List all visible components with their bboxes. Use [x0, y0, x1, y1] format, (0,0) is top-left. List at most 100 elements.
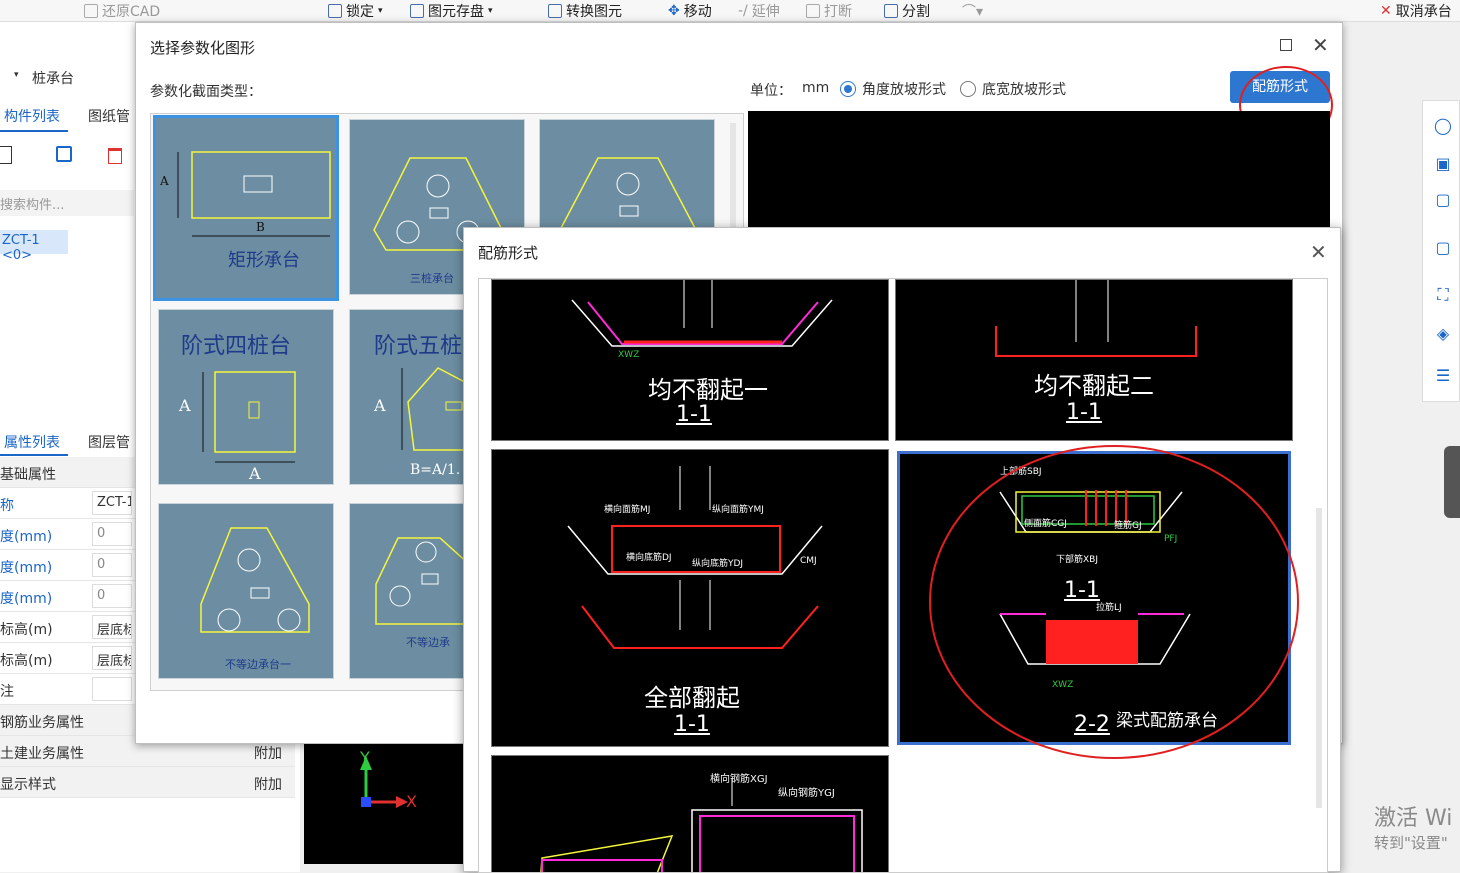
card-step-four-a2: A: [249, 464, 261, 483]
uneven-cap-1-drawing: [200, 527, 310, 633]
panel-3-label-2: 横向底筋DJ: [626, 553, 672, 563]
dialog2-scrollbar[interactable]: [1316, 508, 1322, 808]
axis-y-label: Y: [360, 748, 370, 767]
panel-3-title: 全部翻起: [644, 684, 740, 712]
move-button[interactable]: ✥ 移动: [668, 0, 712, 22]
panel-3-label-1: 纵向面筋YMJ: [712, 505, 764, 515]
card-step-five-a: A: [374, 396, 386, 415]
save-element-button[interactable]: 图元存盘 ▾: [410, 0, 493, 22]
card-step-five-label: 阶式五桩: [374, 334, 463, 359]
panel-2-title: 均不翻起二: [1034, 372, 1154, 400]
lock-button[interactable]: 锁定 ▾: [328, 0, 383, 22]
rebar-panel-5-drawing: [540, 778, 863, 872]
radio-width[interactable]: 底宽放坡形式: [960, 79, 1066, 99]
panel-1-sub: 1-1: [676, 402, 712, 427]
rebar-panel-3[interactable]: 横向面筋MJ 纵向面筋YMJ 横向底筋DJ 纵向底筋YDJ CMJ 全部翻起 1…: [491, 449, 889, 747]
toolbar: 还原CAD 锁定 ▾ 图元存盘 ▾ 转换图元 ✥ 移动 -/延伸 打断 分割 ⌒▾ ✕…: [0, 0, 1460, 22]
cancel-icon: ✕: [1380, 3, 1392, 19]
extend-button[interactable]: -/延伸: [738, 0, 780, 22]
orbit-icon[interactable]: ◯: [1428, 110, 1458, 140]
cancel-cap-button[interactable]: ✕ 取消承台: [1380, 0, 1452, 22]
grid-scrollbar[interactable]: [730, 123, 736, 243]
card-step-four-label: 阶式四桩台: [181, 334, 292, 359]
uneven-cap-2-drawing: [375, 537, 478, 625]
maximize-icon[interactable]: [1280, 39, 1292, 51]
card-step-four-pile[interactable]: 阶式四桩台 A A: [158, 309, 334, 485]
3d-icon[interactable]: ▣: [1428, 148, 1458, 178]
card-uneven-cap-1[interactable]: 不等边承台一: [158, 503, 334, 679]
card-step-five-pile[interactable]: 阶式五桩 A B=A/1.: [349, 309, 479, 485]
new-icon[interactable]: [0, 146, 12, 164]
lock-icon: [328, 4, 342, 18]
delete-icon[interactable]: [108, 148, 122, 164]
card-uneven-2-label: 不等边承: [406, 636, 450, 649]
tab-layer[interactable]: 图层管: [88, 432, 130, 452]
section-type-label: 参数化截面类型：: [150, 84, 262, 100]
unit-value: mm: [802, 80, 830, 96]
panel-1-title: 均不翻起一: [648, 376, 768, 404]
panel-3-label-0: 横向面筋MJ: [604, 505, 651, 515]
panel-3-label-4: CMJ: [800, 556, 817, 566]
card-rect-label: 矩形承台: [228, 250, 300, 271]
activation-watermark-1: 激活 Wi: [1374, 806, 1453, 831]
break-button[interactable]: 打断: [806, 0, 852, 22]
view-cube-icon[interactable]: ▢: [1428, 184, 1458, 214]
annotation-circle-panel: [929, 445, 1299, 759]
split-button[interactable]: 分割: [884, 0, 930, 22]
properties-icon[interactable]: ☰: [1428, 360, 1458, 390]
fullscreen-icon[interactable]: ⛶: [1428, 280, 1458, 310]
break-icon: [806, 4, 820, 18]
property-tab-indicator: [0, 454, 68, 456]
cube-icon[interactable]: ◈: [1428, 318, 1458, 348]
tab-component-list[interactable]: 构件列表: [4, 106, 60, 126]
view-box-icon[interactable]: ▢: [1428, 232, 1458, 262]
unit-label: 单位：: [750, 83, 792, 99]
split-icon: [884, 4, 898, 18]
convert-icon: [548, 4, 562, 18]
close-icon[interactable]: ✕: [1312, 33, 1329, 57]
panel-1-tag: XWZ: [618, 350, 640, 360]
card-uneven-1-label: 不等边承台一: [225, 658, 291, 671]
dialog1-title: 选择参数化图形: [150, 39, 256, 57]
axis-x-label: X: [406, 792, 417, 811]
radio-checked-icon: [840, 81, 856, 97]
card-step-four-a: A: [179, 396, 191, 415]
card-rect-a: A: [160, 174, 169, 188]
activation-watermark-2: 转到"设置": [1374, 834, 1448, 852]
prop-row-display[interactable]: 显示样式 附加: [0, 767, 295, 798]
rebar-panel-1[interactable]: XWZ 均不翻起一 1-1: [491, 279, 889, 441]
convert-button[interactable]: 转换图元: [548, 0, 622, 22]
cad-canvas[interactable]: Y X: [304, 744, 464, 864]
component-item[interactable]: ZCT-1 <0>: [0, 230, 68, 263]
active-tab-indicator: [0, 130, 68, 132]
restore-cad-icon: [84, 4, 98, 18]
save-element-icon: [410, 4, 424, 18]
card-uneven-cap-2[interactable]: 不等边承: [349, 503, 479, 679]
dialog2-title: 配筋形式: [478, 244, 539, 262]
dialog2-close-icon[interactable]: ✕: [1310, 240, 1327, 264]
card-three-pile-2[interactable]: [539, 119, 715, 229]
tab-property-list[interactable]: 属性列表: [4, 432, 60, 452]
preview-pane: [748, 111, 1330, 231]
tab-drawing[interactable]: 图纸管: [88, 106, 130, 126]
card-rect-cap[interactable]: A B 矩形承台: [153, 115, 339, 301]
axis-icon: [360, 756, 408, 808]
card-three-pile-label: 三桩承台: [410, 272, 454, 285]
panel-5-label-0: 横向钢筋XGJ: [710, 774, 768, 785]
three-pile-2-drawing: [560, 157, 696, 228]
radio-unchecked-icon: [960, 81, 976, 97]
arc-button[interactable]: ⌒▾: [962, 0, 983, 22]
restore-cad-button[interactable]: 还原CAD: [84, 0, 160, 22]
panel-5-label-1: 纵向钢筋YGJ: [778, 788, 835, 799]
rebar-panel-2[interactable]: 均不翻起二 1-1: [895, 279, 1293, 441]
panel-3-sub: 1-1: [674, 712, 710, 737]
card-step-five-b: B=A/1.: [410, 462, 461, 478]
side-handle[interactable]: [1444, 446, 1460, 518]
arc-icon: ⌒▾: [962, 4, 984, 20]
panel-2-sub: 1-1: [1066, 400, 1102, 425]
rebar-panel-5[interactable]: 横向钢筋XGJ 纵向钢筋YGJ: [491, 755, 889, 872]
search-input[interactable]: 搜索构件...: [0, 190, 134, 216]
move-icon: ✥: [668, 3, 680, 19]
copy-icon[interactable]: [56, 146, 72, 162]
radio-angle[interactable]: 角度放坡形式: [840, 79, 946, 99]
